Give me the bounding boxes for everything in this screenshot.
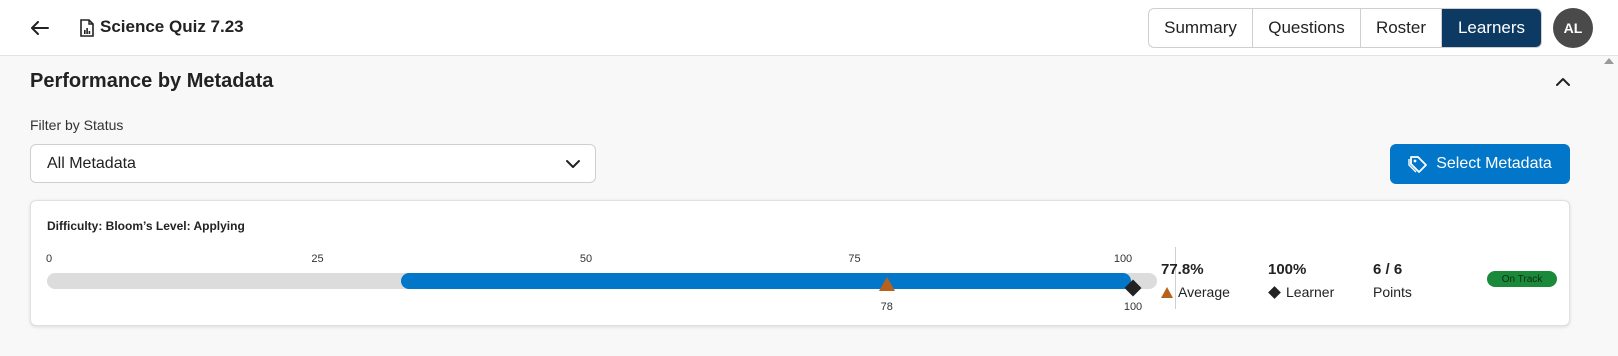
average-stat: 77.8% Average xyxy=(1161,261,1230,300)
chevron-down-icon xyxy=(566,160,580,168)
section-title: Performance by Metadata xyxy=(30,70,274,92)
chevron-up-icon xyxy=(1556,77,1570,86)
average-stat-label: Average xyxy=(1178,284,1230,300)
top-bar: Science Quiz 7.23 Summary Questions Rost… xyxy=(0,0,1618,56)
quiz-title: Science Quiz 7.23 xyxy=(100,17,244,36)
scrollbar-up-arrow[interactable] xyxy=(1604,58,1614,64)
filter-status-select[interactable]: All Metadata xyxy=(30,144,596,183)
learner-marker-label: 100 xyxy=(1123,301,1143,313)
tab-questions[interactable]: Questions xyxy=(1253,9,1361,47)
scale-tick-50: 50 xyxy=(579,253,593,265)
metadata-card-title: Difficulty: Bloom’s Level: Applying xyxy=(47,219,245,233)
select-metadata-button[interactable]: Select Metadata xyxy=(1390,144,1570,184)
filter-selected-value: All Metadata xyxy=(47,155,136,172)
tab-summary[interactable]: Summary xyxy=(1149,9,1253,47)
metadata-performance-card: Difficulty: Bloom’s Level: Applying 0 25… xyxy=(30,200,1570,326)
scale-tick-75: 75 xyxy=(848,253,861,265)
learner-diamond-icon xyxy=(1268,285,1281,299)
average-stat-value: 77.8% xyxy=(1161,261,1204,278)
tab-learners[interactable]: Learners xyxy=(1442,9,1541,47)
report-document-icon xyxy=(80,19,94,37)
average-marker xyxy=(878,277,895,291)
learner-stat-value: 100% xyxy=(1268,261,1307,278)
collapse-section-button[interactable] xyxy=(1552,70,1574,92)
filter-label: Filter by Status xyxy=(30,117,124,133)
arrow-left-icon xyxy=(31,21,49,35)
select-metadata-label: Select Metadata xyxy=(1436,155,1552,172)
tag-icon xyxy=(1408,156,1428,173)
score-range-fill xyxy=(400,273,1131,289)
scale-tick-25: 25 xyxy=(311,253,324,265)
learner-stat-label: Learner xyxy=(1286,284,1335,300)
view-tabs: Summary Questions Roster Learners xyxy=(1148,8,1542,48)
tab-roster[interactable]: Roster xyxy=(1361,9,1442,47)
points-stat: 6 / 6 Points xyxy=(1373,261,1412,300)
average-triangle-icon xyxy=(1161,286,1173,298)
scale-tick-0: 0 xyxy=(45,253,53,265)
back-button[interactable] xyxy=(28,16,52,40)
user-avatar[interactable]: AL xyxy=(1553,8,1593,48)
points-stat-label: Points xyxy=(1373,284,1412,300)
points-stat-value: 6 / 6 xyxy=(1373,261,1403,278)
learner-stat: 100% Learner xyxy=(1268,261,1334,300)
status-badge: On Track xyxy=(1487,271,1557,287)
scale-tick-100: 100 xyxy=(1113,253,1133,265)
average-marker-label: 78 xyxy=(880,301,893,313)
